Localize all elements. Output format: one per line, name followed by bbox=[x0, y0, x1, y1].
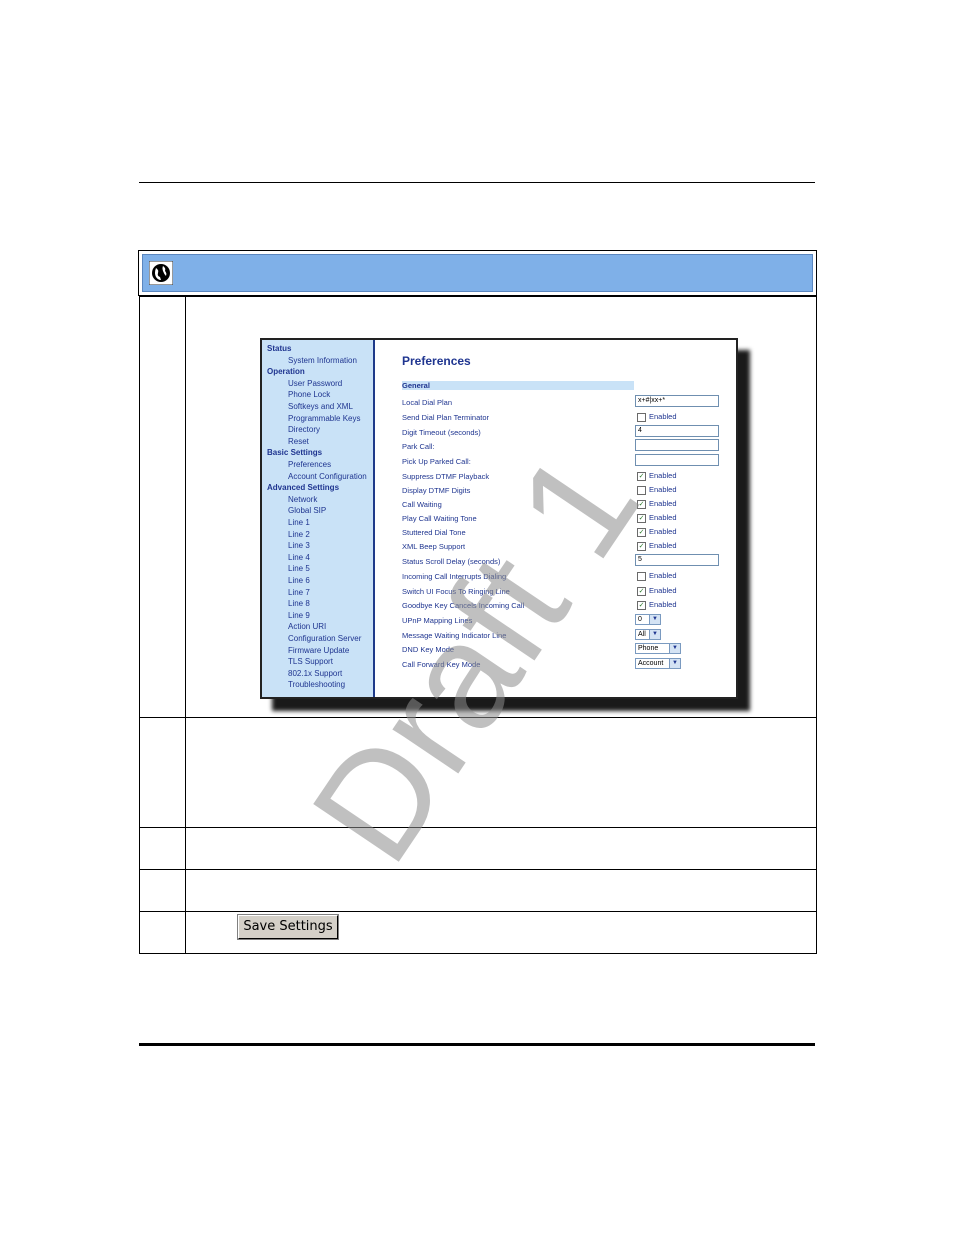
sidebar-link[interactable]: Line 2 bbox=[288, 530, 310, 539]
sidebar-link[interactable]: Line 5 bbox=[288, 564, 310, 573]
checked-box-icon[interactable]: ✓ bbox=[637, 586, 646, 596]
setting-text-input[interactable]: 5 bbox=[635, 554, 719, 566]
setting-checkbox[interactable]: ✓ Enabled bbox=[637, 471, 677, 481]
chevron-down-icon[interactable]: ▼ bbox=[669, 659, 680, 668]
group-header: General bbox=[402, 381, 634, 390]
sidebar-link[interactable]: Line 9 bbox=[288, 611, 310, 620]
step-content-cell bbox=[185, 869, 817, 912]
footer-rule bbox=[139, 1043, 815, 1046]
sidebar-section-heading: Advanced Settings bbox=[267, 483, 340, 493]
setting-checkbox[interactable]: Enabled bbox=[637, 571, 677, 581]
setting-checkbox[interactable]: ✓ Enabled bbox=[637, 600, 677, 610]
setting-text-input[interactable] bbox=[635, 454, 719, 466]
unchecked-box-icon[interactable] bbox=[637, 412, 646, 422]
setting-label: Park Call: bbox=[402, 442, 435, 451]
web-ui-sidebar: Status System Information Operation User Pa… bbox=[262, 340, 375, 697]
setting-label: Display DTMF Digits bbox=[402, 486, 471, 495]
sidebar-link[interactable]: Directory bbox=[288, 425, 320, 434]
sidebar-link[interactable]: Line 6 bbox=[288, 576, 310, 585]
sidebar-link[interactable]: System Information bbox=[288, 356, 357, 365]
setting-text-input[interactable]: x+#|xx+* bbox=[635, 395, 719, 407]
select-value: Account bbox=[638, 660, 664, 667]
setting-select[interactable]: Account ▼ bbox=[635, 658, 681, 669]
chevron-down-icon[interactable]: ▼ bbox=[669, 644, 680, 653]
step-number-cell bbox=[139, 869, 186, 912]
setting-checkbox[interactable]: Enabled bbox=[637, 412, 677, 422]
step-number-cell bbox=[139, 827, 186, 870]
select-value: Phone bbox=[638, 645, 659, 652]
setting-label: Call Waiting bbox=[402, 500, 442, 509]
setting-label: Send Dial Plan Terminator bbox=[402, 413, 489, 422]
unchecked-box-icon[interactable] bbox=[637, 571, 646, 581]
setting-checkbox[interactable]: ✓ Enabled bbox=[637, 586, 677, 596]
sidebar-link[interactable]: Troubleshooting bbox=[288, 680, 345, 689]
setting-label: Digit Timeout (seconds) bbox=[402, 428, 481, 437]
step-number-cell bbox=[139, 296, 186, 718]
banner-bar bbox=[142, 254, 813, 292]
sidebar-link[interactable]: 802.1x Support bbox=[288, 669, 342, 678]
procedure-banner bbox=[138, 250, 817, 296]
select-value: 0 bbox=[638, 616, 642, 623]
sidebar-link[interactable]: Softkeys and XML bbox=[288, 402, 353, 411]
sidebar-link[interactable]: Programmable Keys bbox=[288, 414, 360, 423]
sidebar-link[interactable]: Account Configuration bbox=[288, 472, 367, 481]
globe-icon bbox=[149, 261, 173, 285]
sidebar-link[interactable]: Line 8 bbox=[288, 599, 310, 608]
chevron-down-icon[interactable]: ▼ bbox=[649, 615, 660, 624]
sidebar-link[interactable]: Preferences bbox=[288, 460, 331, 469]
sidebar-link[interactable]: Network bbox=[288, 495, 317, 504]
checkbox-label: Enabled bbox=[649, 571, 677, 580]
sidebar-link[interactable]: Line 7 bbox=[288, 588, 310, 597]
sidebar-link[interactable]: User Password bbox=[288, 379, 342, 388]
setting-label: Local Dial Plan bbox=[402, 398, 453, 407]
sidebar-link[interactable]: Line 4 bbox=[288, 553, 310, 562]
setting-text-input[interactable]: 4 bbox=[635, 425, 719, 437]
sidebar-section-heading: Status bbox=[267, 344, 292, 353]
sidebar-link[interactable]: Phone Lock bbox=[288, 390, 330, 399]
setting-select[interactable]: Phone ▼ bbox=[635, 643, 681, 654]
sidebar-link[interactable]: Global SIP bbox=[288, 506, 326, 515]
setting-select[interactable]: All ▼ bbox=[635, 629, 661, 640]
sidebar-link[interactable]: Firmware Update bbox=[288, 646, 349, 655]
sidebar-link[interactable]: TLS Support bbox=[288, 657, 333, 666]
step-number-cell bbox=[139, 717, 186, 828]
setting-label: Pick Up Parked Call: bbox=[402, 457, 471, 466]
setting-select[interactable]: 0 ▼ bbox=[635, 614, 661, 625]
select-value: All bbox=[638, 631, 646, 638]
save-settings-button[interactable]: Save Settings bbox=[237, 914, 339, 940]
sidebar-link[interactable]: Configuration Server bbox=[288, 634, 361, 643]
setting-text-input[interactable] bbox=[635, 439, 719, 451]
checkbox-label: Enabled bbox=[649, 600, 677, 609]
chevron-down-icon[interactable]: ▼ bbox=[649, 630, 660, 639]
sidebar-link[interactable]: Reset bbox=[288, 437, 309, 446]
sidebar-link[interactable]: Line 3 bbox=[288, 541, 310, 550]
checkbox-label: Enabled bbox=[649, 471, 677, 480]
setting-checkbox[interactable]: Enabled bbox=[637, 485, 677, 495]
sidebar-link[interactable]: Line 1 bbox=[288, 518, 310, 527]
unchecked-box-icon[interactable] bbox=[637, 485, 646, 495]
sidebar-link[interactable]: Action URI bbox=[288, 622, 326, 631]
step-content-cell bbox=[185, 827, 817, 870]
checked-box-icon[interactable]: ✓ bbox=[637, 471, 646, 481]
checkbox-label: Enabled bbox=[649, 485, 677, 494]
sidebar-section-heading: Operation bbox=[267, 367, 305, 377]
sidebar-section-heading: Basic Settings bbox=[267, 448, 323, 458]
checked-box-icon[interactable]: ✓ bbox=[637, 600, 646, 610]
step-number-cell bbox=[139, 911, 186, 954]
setting-label: Suppress DTMF Playback bbox=[402, 472, 490, 481]
page-title: Preferences bbox=[402, 354, 471, 368]
checkbox-label: Enabled bbox=[649, 412, 677, 421]
checkbox-label: Enabled bbox=[649, 586, 677, 595]
header-rule bbox=[139, 182, 815, 183]
